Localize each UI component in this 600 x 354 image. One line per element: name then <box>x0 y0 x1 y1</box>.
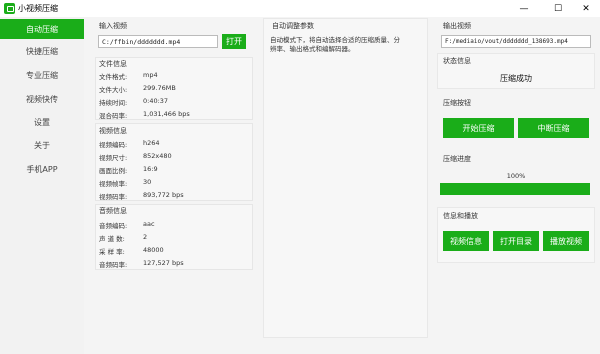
sidebar-item-quick-compress[interactable]: 快捷压缩 <box>0 41 84 61</box>
video-info-button[interactable]: 视频信息 <box>443 231 489 251</box>
maximize-button[interactable]: ☐ <box>544 0 572 17</box>
channels-row: 声 道 数: 2 <box>99 233 148 243</box>
progress-bar-fill <box>440 183 590 195</box>
output-video-title: 输出视频 <box>443 22 471 30</box>
info-play-title: 信息和播放 <box>443 212 478 220</box>
open-file-button[interactable]: 打开 <box>222 34 246 49</box>
audio-codec-row: 音频编码: aac <box>99 220 155 230</box>
auto-params-panel <box>263 18 428 338</box>
file-format-row: 文件格式: mp4 <box>99 71 158 81</box>
app-window: 小视频压缩 — ☐ ✕ 自动压缩 快捷压缩 专业压缩 视频快传 设置 关于 手机… <box>0 0 600 354</box>
input-path-field[interactable]: C:/ffbin/ddddddd.mp4 <box>98 35 218 48</box>
sample-rate-row: 采 样 率: 48000 <box>99 246 164 256</box>
open-directory-button[interactable]: 打开目录 <box>493 231 539 251</box>
progress-title: 压缩进度 <box>443 155 471 163</box>
sidebar-item-video-transfer[interactable]: 视频快传 <box>0 89 84 109</box>
close-button[interactable]: ✕ <box>572 0 600 17</box>
mixed-bitrate-row: 混合码率: 1,031,466 bps <box>99 110 190 120</box>
progress-bar <box>440 183 590 195</box>
duration-row: 持续时间: 0:40:37 <box>99 97 169 107</box>
sidebar-item-settings[interactable]: 设置 <box>0 112 84 132</box>
app-logo-icon <box>4 3 15 14</box>
auto-params-description-2: 辨率、输出格式和编解码器。 <box>270 45 355 53</box>
output-path-field[interactable]: F:/mediaio/vout/ddddddd_138693.mp4 <box>441 35 591 48</box>
video-info-title: 视频信息 <box>99 127 127 135</box>
aspect-ratio-row: 画面比例: 16:9 <box>99 165 158 175</box>
audio-info-title: 音频信息 <box>99 207 127 215</box>
compress-buttons-title: 压缩按钮 <box>443 99 471 107</box>
video-size-row: 视频尺寸: 852x480 <box>99 152 172 162</box>
input-video-title: 输入视频 <box>99 22 127 30</box>
minimize-button[interactable]: — <box>510 0 538 17</box>
sidebar: 自动压缩 快捷压缩 专业压缩 视频快传 设置 关于 手机APP <box>0 17 84 354</box>
file-info-title: 文件信息 <box>99 60 127 68</box>
frame-rate-row: 视频帧率: 30 <box>99 178 152 188</box>
status-title: 状态信息 <box>443 57 471 65</box>
file-size-row: 文件大小: 299.76MB <box>99 84 176 94</box>
sidebar-item-pro-compress[interactable]: 专业压缩 <box>0 65 84 85</box>
video-codec-row: 视频编码: h264 <box>99 139 160 149</box>
status-message: 压缩成功 <box>500 74 532 83</box>
stop-compress-button[interactable]: 中断压缩 <box>518 118 589 138</box>
start-compress-button[interactable]: 开始压缩 <box>443 118 514 138</box>
title-bar: 小视频压缩 — ☐ ✕ <box>0 0 600 17</box>
video-bitrate-row: 视频码率: 893,772 bps <box>99 191 184 201</box>
auto-params-title: 自动调整参数 <box>272 22 314 30</box>
sidebar-item-about[interactable]: 关于 <box>0 135 84 155</box>
sidebar-item-auto-compress[interactable]: 自动压缩 <box>0 19 84 39</box>
audio-bitrate-row: 音频码率: 127,527 bps <box>99 259 184 269</box>
window-title: 小视频压缩 <box>18 4 58 13</box>
progress-percent-label: 100% <box>506 172 526 180</box>
play-video-button[interactable]: 播放视频 <box>543 231 589 251</box>
sidebar-item-mobile-app[interactable]: 手机APP <box>0 159 84 179</box>
